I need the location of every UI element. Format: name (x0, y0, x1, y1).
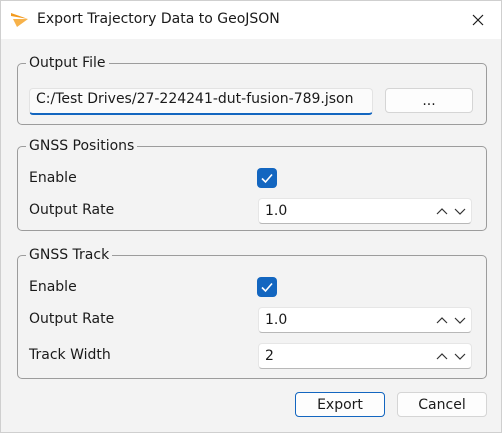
track-output-rate-spinbox[interactable]: 1.0 (258, 307, 472, 333)
track-width-label: Track Width (29, 347, 111, 363)
positions-enable-label: Enable (29, 170, 77, 186)
output-file-group: Output File C:/Test Drives/27-224241-dut… (17, 54, 487, 125)
export-button[interactable]: Export (295, 392, 385, 417)
output-file-group-label: Output File (26, 54, 109, 72)
title-bar: Export Trajectory Data to GeoJSON (1, 1, 501, 39)
gnss-positions-group: GNSS Positions Enable Output Rate 1.0 (17, 137, 487, 231)
positions-enable-checkbox[interactable] (257, 168, 277, 188)
track-output-rate-label: Output Rate (29, 311, 115, 327)
track-output-rate-value: 1.0 (265, 312, 288, 328)
gnss-positions-group-label: GNSS Positions (26, 137, 138, 155)
checkmark-icon (261, 173, 273, 184)
gnss-track-group: GNSS Track Enable Output Rate 1.0 Track … (17, 246, 487, 379)
positions-output-rate-spinbox[interactable]: 1.0 (258, 198, 472, 224)
track-width-spinbox[interactable]: 2 (258, 343, 472, 369)
gnss-track-group-label: GNSS Track (26, 246, 113, 264)
chevron-up-icon[interactable] (435, 314, 449, 326)
positions-output-rate-value: 1.0 (265, 203, 288, 219)
chevron-down-icon[interactable] (453, 205, 467, 217)
positions-output-rate-label: Output Rate (29, 202, 115, 218)
close-button[interactable] (455, 1, 501, 39)
track-width-value: 2 (265, 348, 274, 364)
browse-button[interactable]: ... (385, 88, 473, 113)
track-enable-label: Enable (29, 279, 77, 295)
track-enable-checkbox[interactable] (257, 277, 277, 297)
chevron-down-icon[interactable] (453, 314, 467, 326)
window-title: Export Trajectory Data to GeoJSON (37, 11, 280, 27)
checkmark-icon (261, 282, 273, 293)
close-icon (472, 14, 484, 26)
app-logo-icon (10, 10, 30, 30)
output-path-input[interactable]: C:/Test Drives/27-224241-dut-fusion-789.… (29, 88, 373, 115)
chevron-down-icon[interactable] (453, 350, 467, 362)
cancel-button[interactable]: Cancel (397, 392, 487, 417)
export-dialog: Export Trajectory Data to GeoJSON Output… (0, 0, 502, 433)
chevron-up-icon[interactable] (435, 205, 449, 217)
chevron-up-icon[interactable] (435, 350, 449, 362)
